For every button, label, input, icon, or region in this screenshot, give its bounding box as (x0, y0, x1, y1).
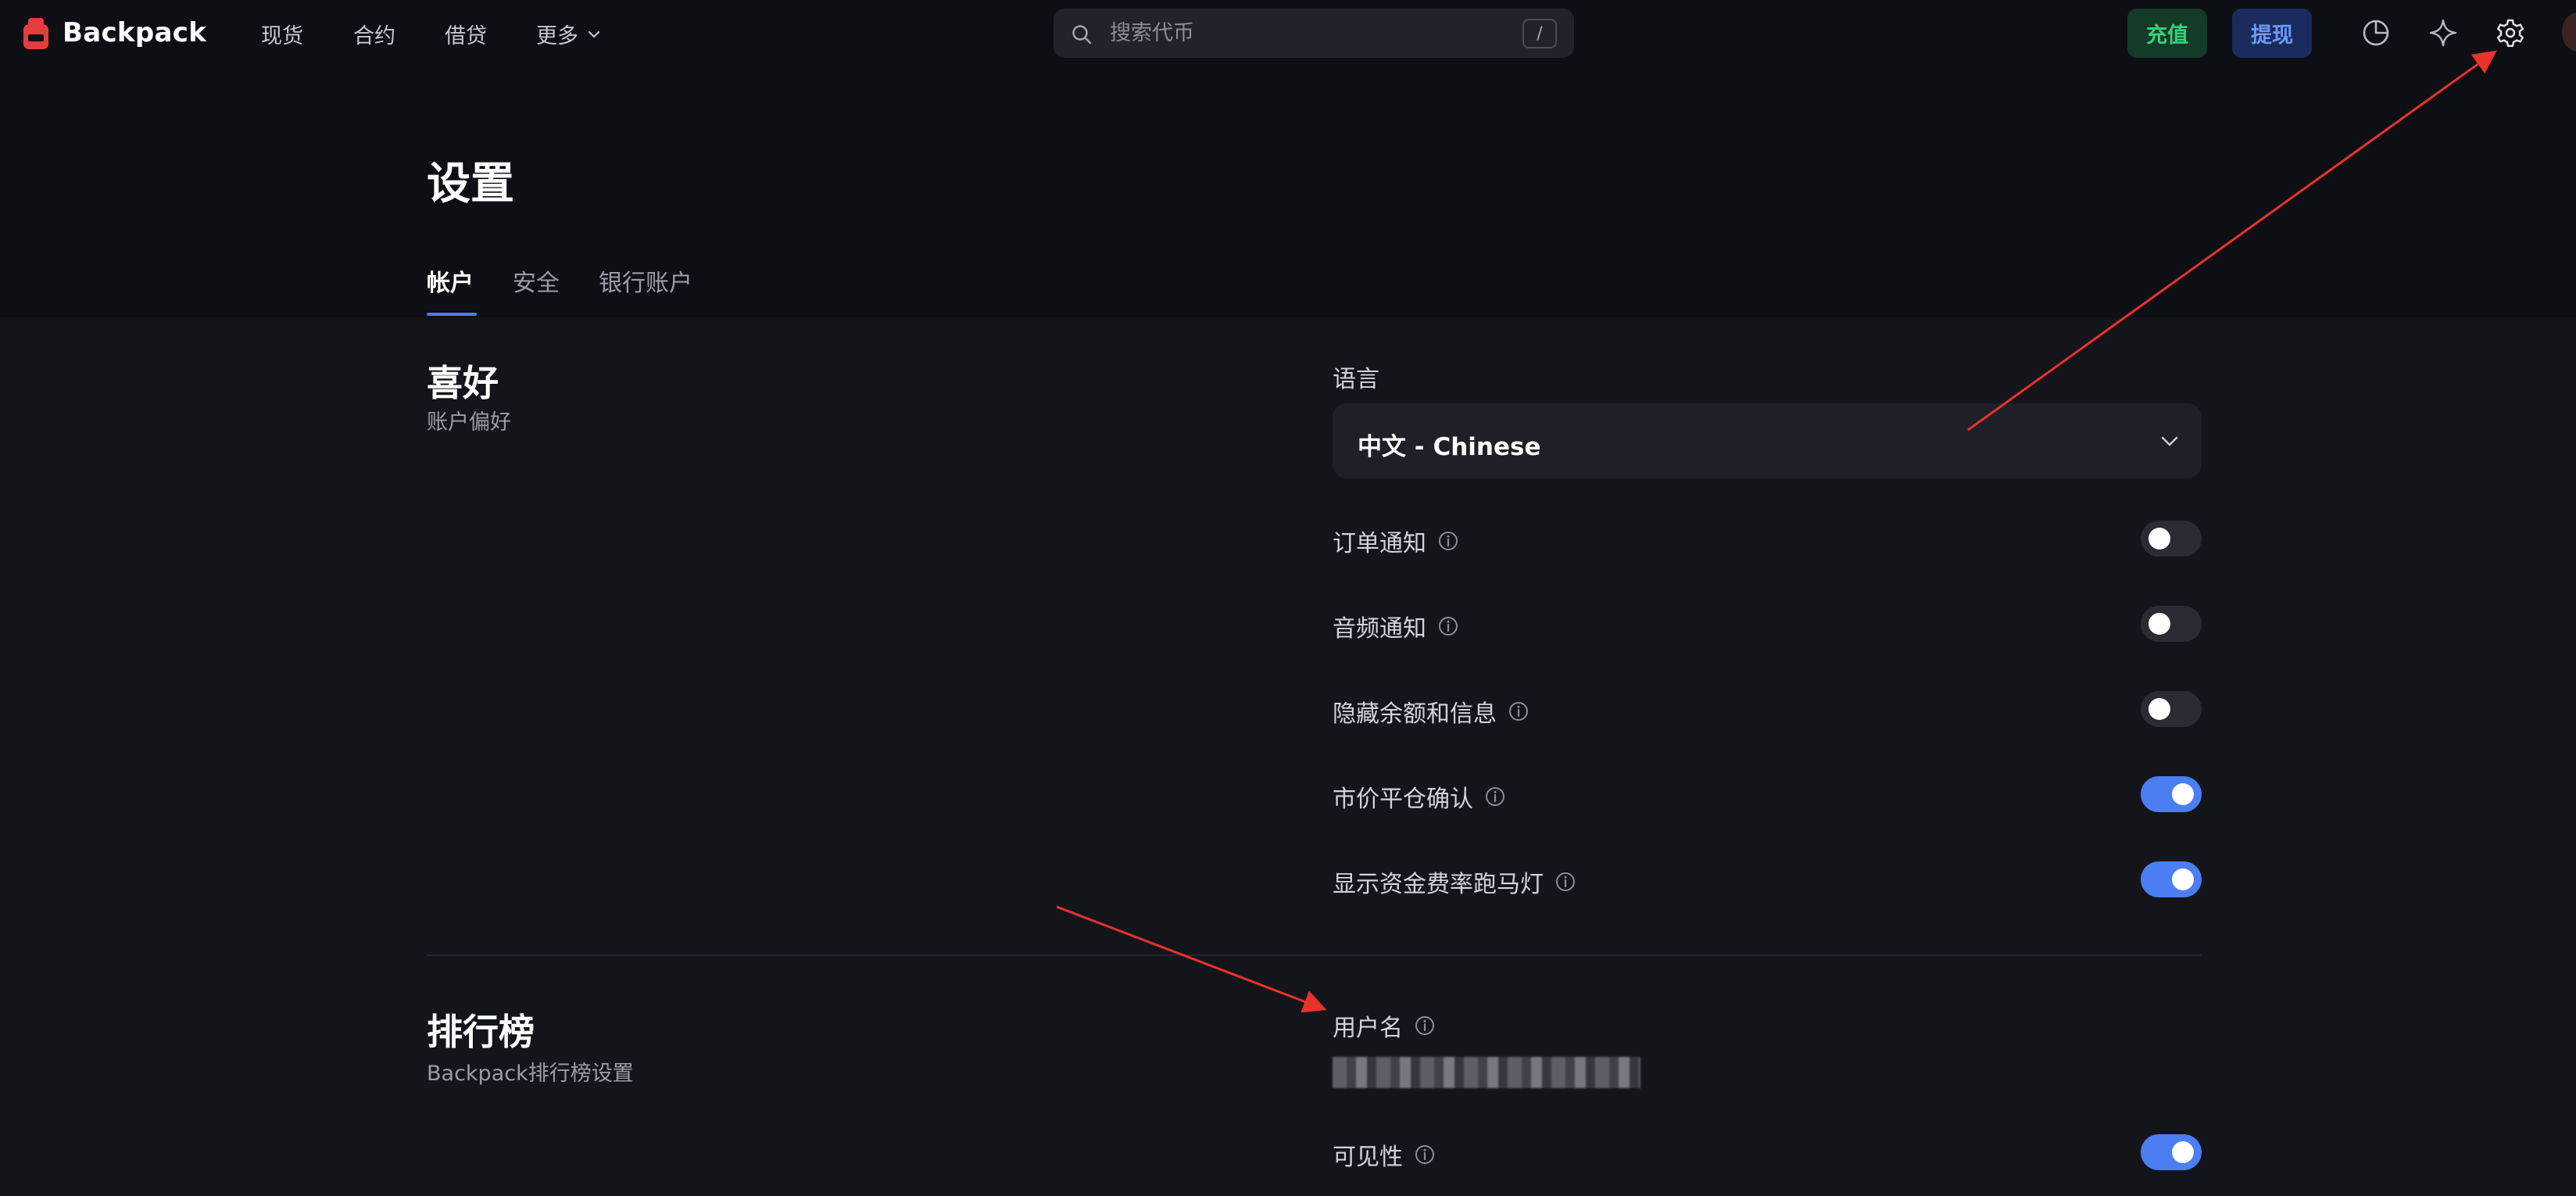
section-divider (427, 954, 2202, 956)
page-title: 设置 (427, 159, 514, 209)
visibility-toggle[interactable] (2141, 1134, 2202, 1170)
setting-funding-rate-ticker: 显示资金费率跑马灯 (1333, 855, 2202, 902)
nav-lend[interactable]: 借贷 (445, 19, 487, 49)
setting-order-notifications: 订单通知 (1333, 514, 2202, 561)
leaderboard-title: 排行榜 (427, 1011, 535, 1053)
backpack-logo-icon (23, 18, 48, 49)
settings-header (0, 66, 2576, 317)
info-icon[interactable] (1437, 615, 1459, 637)
withdraw-button[interactable]: 提现 (2232, 9, 2312, 58)
toggle-knob (2172, 1141, 2194, 1163)
avatar[interactable] (2562, 13, 2576, 52)
preferences-subtitle: 账户偏好 (427, 410, 511, 435)
info-icon[interactable] (1437, 530, 1459, 552)
info-icon[interactable] (1508, 700, 1530, 722)
market-close-confirm-toggle[interactable] (2141, 776, 2202, 812)
username-value-redacted (1333, 1057, 1640, 1088)
setting-label: 订单通知 (1333, 530, 1426, 557)
leaderboard-subtitle: Backpack排行榜设置 (427, 1062, 634, 1086)
setting-visibility: 可见性 (1333, 1128, 2202, 1175)
setting-label: 音频通知 (1333, 615, 1426, 643)
nav-more[interactable]: 更多 (536, 19, 602, 49)
brand-name: Backpack (63, 17, 207, 48)
deposit-button[interactable]: 充值 (2127, 9, 2207, 58)
brand-logo[interactable]: Backpack (22, 14, 206, 52)
setting-label: 市价平仓确认 (1333, 786, 1473, 813)
tab-account[interactable]: 帐户 (427, 263, 474, 298)
search-input[interactable] (1108, 16, 1499, 49)
sparkle-icon[interactable] (2428, 17, 2459, 48)
toggle-knob (2172, 783, 2194, 805)
info-icon[interactable] (1555, 871, 1576, 893)
order-notifications-toggle[interactable] (2141, 521, 2202, 557)
setting-hide-balances: 隐藏余额和信息 (1333, 685, 2202, 732)
language-label: 语言 (1333, 366, 1379, 393)
top-navbar: Backpack 现货 合约 借贷 更多 / 充值 提现 (0, 0, 2576, 66)
setting-market-close-confirm: 市价平仓确认 (1333, 770, 2202, 817)
annotation-arrow-to-username (1056, 905, 1327, 1013)
info-icon[interactable] (1414, 1015, 1436, 1037)
info-icon[interactable] (1484, 786, 1506, 807)
username-label: 用户名 (1333, 1015, 1403, 1042)
toggle-knob (2148, 528, 2170, 550)
tab-bank-account[interactable]: 银行账户 (599, 263, 692, 298)
active-tab-indicator (427, 313, 477, 316)
setting-label: 隐藏余额和信息 (1333, 700, 1497, 728)
gear-icon[interactable] (2495, 17, 2526, 48)
info-icon[interactable] (1414, 1144, 1436, 1166)
tab-security[interactable]: 安全 (513, 263, 560, 298)
setting-audio-notifications: 音频通知 (1333, 600, 2202, 646)
toggle-knob (2148, 613, 2170, 635)
chevron-down-icon (588, 30, 600, 38)
nav-spot[interactable]: 现货 (261, 19, 303, 49)
language-select[interactable]: 中文 - Chinese (1333, 403, 2202, 478)
preferences-title: 喜好 (427, 362, 499, 404)
search-shortcut-key: / (1522, 19, 1557, 48)
setting-username: 用户名 (1333, 999, 2202, 1046)
search-bar[interactable]: / (1054, 9, 1574, 58)
visibility-label: 可见性 (1333, 1144, 1403, 1171)
setting-label: 显示资金费率跑马灯 (1333, 871, 1544, 898)
nav-more-label: 更多 (536, 24, 578, 48)
hide-balances-toggle[interactable] (2141, 691, 2202, 727)
chevron-down-icon (2161, 436, 2178, 446)
search-icon (1072, 25, 1092, 45)
funding-rate-ticker-toggle[interactable] (2141, 861, 2202, 897)
audio-notifications-toggle[interactable] (2141, 606, 2202, 642)
portfolio-pie-icon[interactable] (2360, 17, 2392, 48)
toggle-knob (2148, 698, 2170, 720)
language-value: 中文 - Chinese (1358, 433, 1541, 461)
toggle-knob (2172, 868, 2194, 890)
nav-futures[interactable]: 合约 (353, 19, 395, 49)
